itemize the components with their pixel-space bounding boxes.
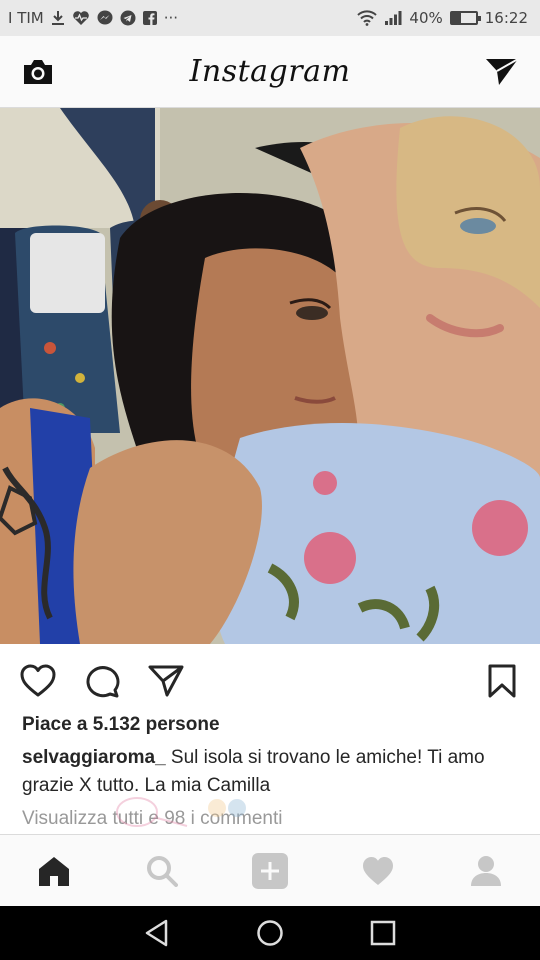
- wifi-icon: [357, 10, 378, 26]
- home-icon[interactable]: [30, 847, 78, 895]
- download-icon: [51, 10, 65, 26]
- likes-count[interactable]: Piace a 5.132 persone: [22, 714, 220, 736]
- activity-icon[interactable]: [354, 847, 402, 895]
- recents-icon[interactable]: [363, 913, 403, 953]
- status-bar: I TIM ··· 40% 16:22: [0, 0, 540, 36]
- signal-icon: [384, 10, 402, 26]
- post-actions: [0, 652, 540, 710]
- add-icon[interactable]: [246, 847, 294, 895]
- caption-username[interactable]: selvaggiaroma_: [22, 747, 166, 768]
- direct-message-icon[interactable]: [482, 52, 522, 92]
- comment-icon[interactable]: [82, 661, 122, 701]
- battery-percent: 40%: [409, 9, 443, 27]
- facebook-icon: [142, 11, 157, 25]
- heartbeat-icon: [72, 10, 90, 26]
- more-icon: ···: [163, 9, 179, 27]
- clock: 16:22: [484, 9, 528, 27]
- instagram-logo: Instagram: [189, 54, 351, 89]
- battery-icon: [449, 11, 481, 25]
- app-header: Instagram: [0, 36, 540, 108]
- post-photo[interactable]: [0, 108, 540, 644]
- back-icon[interactable]: [137, 913, 177, 953]
- system-navigation: [0, 906, 540, 960]
- bottom-navigation: [0, 834, 540, 906]
- camera-icon[interactable]: [18, 52, 58, 92]
- heart-icon[interactable]: [18, 661, 58, 701]
- watermark-graphic: [112, 790, 262, 840]
- bookmark-icon[interactable]: [482, 661, 522, 701]
- carrier-label: I TIM: [8, 9, 44, 27]
- profile-icon[interactable]: [462, 847, 510, 895]
- send-icon[interactable]: [146, 661, 186, 701]
- home-button-icon[interactable]: [250, 913, 290, 953]
- search-icon[interactable]: [138, 847, 186, 895]
- telegram-icon: [120, 10, 136, 26]
- messenger-icon: [97, 10, 113, 26]
- post-caption: selvaggiaroma_ Sul isola si trovano le a…: [22, 744, 522, 800]
